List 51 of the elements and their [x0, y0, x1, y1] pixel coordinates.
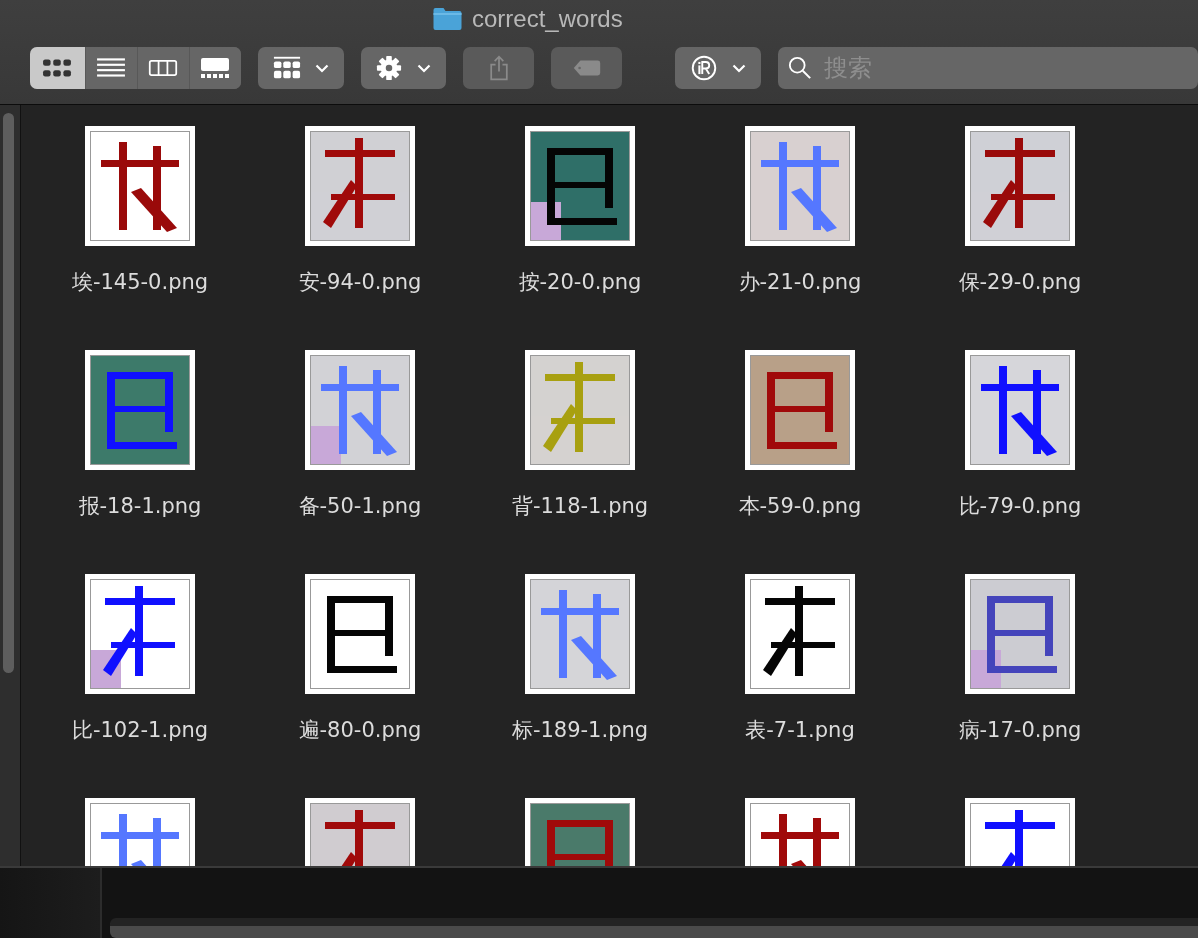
- file-name[interactable]: 报-18-1.png: [78, 492, 202, 520]
- file-name[interactable]: 遍-80-0.png: [298, 716, 422, 744]
- file-name[interactable]: 办-21-0.png: [738, 268, 862, 296]
- file-name[interactable]: 安-94-0.png: [298, 268, 422, 296]
- window-title: correct_words: [472, 5, 623, 33]
- file-name[interactable]: 备-50-1.png: [298, 492, 422, 520]
- file-name[interactable]: 背-118-1.png: [511, 492, 649, 520]
- file-name[interactable]: 病-17-0.png: [958, 716, 1082, 744]
- horizontal-scrollbar[interactable]: [110, 918, 1198, 938]
- view-mode-button[interactable]: [188, 47, 241, 89]
- group-icon: [272, 55, 301, 81]
- thumbnail-frame[interactable]: [305, 350, 415, 470]
- file-name[interactable]: 本-59-0.png: [738, 492, 862, 520]
- list-icon: [96, 57, 127, 79]
- action-button[interactable]: [360, 47, 447, 89]
- columns-icon: [148, 57, 179, 79]
- file-name[interactable]: 埃-145-0.png: [71, 268, 209, 296]
- thumbnail-frame[interactable]: [525, 126, 635, 246]
- view-mode-button[interactable]: [30, 47, 85, 89]
- search-icon: [788, 56, 812, 80]
- thumbnail-frame[interactable]: [745, 126, 855, 246]
- thumbnail-frame[interactable]: [85, 126, 195, 246]
- grid-icon: [42, 57, 73, 79]
- circled-r-icon: [690, 55, 719, 81]
- chevron-icon: [417, 63, 432, 73]
- file-name[interactable]: 按-20-0.png: [518, 268, 642, 296]
- thumbnail-frame[interactable]: [745, 574, 855, 694]
- folder-icon: [432, 7, 463, 31]
- scrollbar-thumb[interactable]: [3, 113, 14, 673]
- chevron-icon: [732, 63, 747, 73]
- gear-icon: [375, 55, 404, 81]
- vertical-scrollbar[interactable]: [0, 105, 21, 866]
- thumbnail-frame[interactable]: [965, 350, 1075, 470]
- thumbnail-frame[interactable]: [525, 350, 635, 470]
- file-name[interactable]: 表-7-1.png: [745, 716, 855, 744]
- thumbnail-frame[interactable]: [305, 574, 415, 694]
- thumbnail-frame[interactable]: [965, 126, 1075, 246]
- thumbnail-frame[interactable]: [525, 574, 635, 694]
- thumbnail-frame[interactable]: [85, 574, 195, 694]
- file-name[interactable]: 比-79-0.png: [958, 492, 1082, 520]
- chevron-icon: [314, 63, 329, 73]
- thumbnail-frame[interactable]: [745, 350, 855, 470]
- gallery-icon: [200, 57, 231, 79]
- thumbnail-frame[interactable]: [305, 126, 415, 246]
- group-button[interactable]: [257, 47, 344, 89]
- file-name[interactable]: 标-189-1.png: [511, 716, 649, 744]
- thumbnail-frame[interactable]: [85, 350, 195, 470]
- extension-button[interactable]: [675, 47, 761, 89]
- file-name[interactable]: 保-29-0.png: [958, 268, 1082, 296]
- file-name[interactable]: 比-102-1.png: [71, 716, 209, 744]
- thumbnail-frame[interactable]: [965, 574, 1075, 694]
